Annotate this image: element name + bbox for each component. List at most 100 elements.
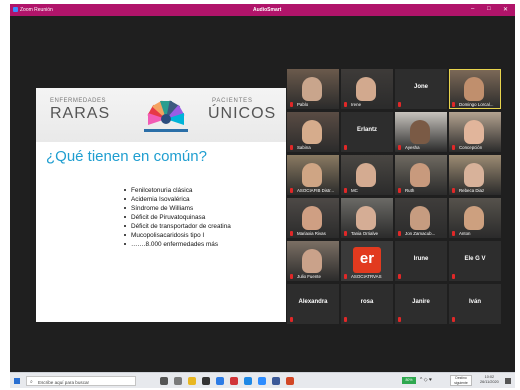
list-item: Déficit de Piruvatoquinasa [124,213,231,222]
tray-icons[interactable]: ^ ◇ ♥ [420,377,432,383]
powerpoint-icon[interactable] [286,377,294,385]
participant-name: Mariaxia Rivas [297,231,326,236]
list-item: Mucopolisacaridosis tipo I [124,231,231,240]
participant-name: Pablo [297,102,309,107]
participant-tile[interactable]: Irune [395,241,447,281]
participant-tile[interactable]: Ele G V [449,241,501,281]
participant-tile[interactable]: rosa [341,284,393,324]
title-bar: Zoom Reunión AudioSmart – □ ✕ [10,4,515,16]
participant-tile[interactable]: Sabina [287,112,339,152]
participant-tile[interactable]: Ruth [395,155,447,195]
participant-name: Rebeca Diaz [459,188,485,193]
participant-video [356,163,376,187]
participant-tile[interactable]: Rebeca Diaz [449,155,501,195]
widgets-icon[interactable] [174,377,182,385]
participant-video [464,77,484,101]
mic-muted-icon [452,102,455,107]
participant-name-center: rosa [360,299,374,305]
mic-muted-icon [344,102,347,107]
notification-icon[interactable] [505,378,511,384]
mic-muted-icon [290,145,293,150]
participant-name: Irene [351,102,362,107]
participant-tile[interactable]: Jon Zamacub... [395,198,447,238]
mic-muted-icon [452,188,455,193]
participant-tile[interactable]: er ASOCIATRVAS [341,241,393,281]
participant-video [356,77,376,101]
mic-muted-icon [290,102,293,107]
participant-name-center: Jone [413,84,428,90]
chrome-icon[interactable] [230,377,238,385]
mic-muted-icon [344,274,347,279]
destination-button[interactable]: Destino siguiente [450,375,472,386]
mic-muted-icon [290,188,293,193]
clock[interactable]: 10:02 26/11/2020 [480,375,499,385]
mic-muted-icon [344,188,347,193]
participant-tile[interactable]: Erlantz [341,112,393,152]
zoom-window: Zoom Reunión AudioSmart – □ ✕ ENFERMEDAD… [10,4,515,388]
list-item: Síndrome de Williams [124,204,231,213]
taskbar-search[interactable]: ⌕ Escribe aquí para buscar [26,376,136,386]
battery-badge: 80% [402,377,416,384]
participant-tile[interactable]: MC [341,155,393,195]
mic-muted-icon [452,231,455,236]
participant-video [464,163,484,187]
mic-muted-icon [344,145,347,150]
association-logo: er [353,247,381,273]
zoom-taskbar-icon[interactable] [258,377,266,385]
outlook-icon[interactable] [216,377,224,385]
participant-video [302,120,322,144]
participant-tile[interactable]: Iván [449,284,501,324]
disease-list: Fenilcetonuria clásica Acidemia Isovalér… [124,186,231,249]
mic-muted-icon [452,274,455,279]
participant-name-center: Erlantz [356,127,377,133]
participant-name: Julio Fuente [297,274,321,279]
store-icon[interactable] [202,377,210,385]
participant-video [410,206,430,230]
participant-tile[interactable]: ASOCIAFIB Distr... [287,155,339,195]
participant-tile[interactable]: Jone [395,69,447,109]
mic-muted-icon [398,188,401,193]
logo-caption-right: PACIENTES [212,98,253,104]
mic-muted-icon [290,274,293,279]
logo-caption-left: ENFERMEDADES [50,98,107,104]
participant-name-center: Janire [412,299,430,305]
logo-title-right: ÚNICOS [208,105,277,122]
search-placeholder: Escribe aquí para buscar [38,380,90,385]
participant-tile[interactable]: Julio Fuente [287,241,339,281]
participant-tile[interactable]: Mariaxia Rivas [287,198,339,238]
mic-muted-icon [398,145,401,150]
participant-tile[interactable]: Domingo Lorcal... [449,69,501,109]
participant-video [410,120,430,144]
participant-tile[interactable]: Tania Orrialve [341,198,393,238]
mic-muted-icon [344,231,347,236]
participant-name: Tania Orrialve [351,231,379,236]
mic-muted-icon [290,231,293,236]
logo-title-left: RARAS [50,105,111,122]
windows-taskbar: ⌕ Escribe aquí para buscar 80% ^ ◇ ♥ Des… [10,372,515,388]
zoom-app-icon [13,7,18,12]
minimize-button[interactable]: – [471,6,474,12]
participant-tile[interactable]: Anton [449,198,501,238]
close-button[interactable]: ✕ [503,6,508,13]
maximize-button[interactable]: □ [487,6,491,12]
participant-video [302,206,322,230]
mic-muted-icon [398,317,401,322]
mic-muted-icon [344,317,347,322]
mic-muted-icon [290,317,293,322]
windows-start-icon[interactable] [14,378,20,384]
participant-tile[interactable]: Alexandra [287,284,339,324]
participant-name-center: Irune [413,256,429,262]
file-explorer-icon[interactable] [188,377,196,385]
participant-tile[interactable]: Concepción [449,112,501,152]
participant-tile[interactable]: Irene [341,69,393,109]
participant-tile[interactable]: Ayesha [395,112,447,152]
participant-video [356,206,376,230]
participant-name: Concepción [459,145,483,150]
mic-muted-icon [398,274,401,279]
edge-icon[interactable] [244,377,252,385]
word-icon[interactable] [272,377,280,385]
participant-name: Ayesha [405,145,420,150]
task-view-icon[interactable] [160,377,168,385]
participant-tile[interactable]: Pablo [287,69,339,109]
participant-tile[interactable]: Janire [395,284,447,324]
